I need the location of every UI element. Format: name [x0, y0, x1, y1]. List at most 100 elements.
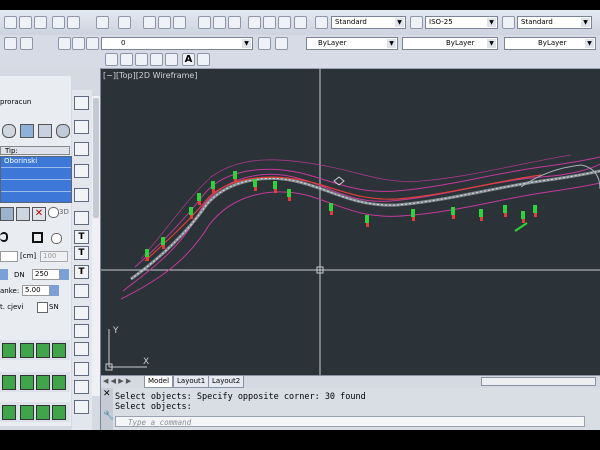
layer-select[interactable]: 0 ▼ — [101, 37, 253, 50]
tab-model[interactable]: Model — [144, 376, 174, 388]
cut-icon[interactable] — [67, 16, 80, 29]
tool-icon[interactable] — [74, 400, 89, 414]
lineweight-select[interactable]: ByLayer ▼ — [504, 37, 596, 50]
help-icon[interactable] — [294, 16, 307, 29]
standard-toolbar: Standard ▼ ISO-25 ▼ Standard ▼ — [0, 10, 600, 36]
pipe-tool-icon[interactable] — [2, 375, 16, 390]
text-tool-icon[interactable]: T — [74, 230, 89, 244]
markup-icon[interactable] — [263, 16, 276, 29]
line-icon[interactable] — [105, 53, 118, 66]
redo-icon[interactable] — [118, 16, 131, 29]
text-style-icon — [315, 16, 328, 29]
properties-icon[interactable] — [198, 16, 211, 29]
table-style-select[interactable]: Standard ▼ — [517, 16, 592, 29]
value-100-field[interactable]: 100 — [40, 251, 68, 262]
pipe-tool-icon[interactable] — [36, 375, 50, 390]
pan-icon[interactable] — [143, 16, 156, 29]
horizontal-scrollbar[interactable] — [481, 377, 596, 386]
tab-layout2[interactable]: Layout2 — [208, 376, 245, 388]
pipe-tool-icon[interactable] — [36, 343, 50, 358]
zoom-window-icon[interactable] — [173, 16, 186, 29]
pipe-tool-icon[interactable] — [2, 405, 16, 420]
tool-palettes-icon[interactable] — [228, 16, 241, 29]
nke-spin-icon[interactable] — [50, 285, 59, 296]
dn-field[interactable]: 250 — [32, 269, 60, 280]
circle-shape-icon[interactable] — [0, 232, 8, 242]
tool-icon[interactable] — [74, 211, 89, 225]
edit-icon[interactable] — [16, 207, 30, 221]
dim-style-select[interactable]: ISO-25 ▼ — [425, 16, 498, 29]
layout-tab-bar: ◀ ◀ ▶ ▶ Model Layout1 Layout2 — [101, 375, 600, 388]
design-center-icon[interactable] — [213, 16, 226, 29]
radio-3d[interactable] — [48, 207, 59, 218]
scrollbar-thumb[interactable] — [93, 98, 99, 218]
tool-icon[interactable] — [74, 142, 89, 156]
tool-icon[interactable] — [74, 362, 89, 376]
tab-layout1[interactable]: Layout1 — [173, 376, 210, 388]
sn-checkbox[interactable] — [37, 302, 48, 313]
tool-icon[interactable] — [74, 164, 89, 178]
palette-scrollbar[interactable] — [92, 96, 100, 396]
level-icon[interactable] — [20, 124, 34, 138]
text-icon[interactable]: A — [182, 53, 195, 66]
tool-icon[interactable] — [74, 380, 89, 394]
pipe-type-grid[interactable]: Oborinski — [0, 156, 72, 203]
wrench-icon[interactable]: 🔧 — [103, 412, 114, 421]
frame-icon[interactable] — [38, 124, 52, 138]
open-icon[interactable] — [19, 16, 32, 29]
tool-icon[interactable] — [74, 324, 89, 338]
sheet-set-icon[interactable] — [248, 16, 261, 29]
pipe-tool-icon[interactable] — [52, 375, 66, 390]
pipe-tool-icon[interactable] — [52, 343, 66, 358]
search-icon[interactable] — [56, 124, 70, 138]
color-select[interactable]: ByLayer ▼ — [306, 37, 398, 50]
dn-spin-icon[interactable] — [60, 269, 69, 280]
tool-icon[interactable] — [74, 306, 89, 320]
command-input[interactable]: Type a command — [115, 416, 585, 427]
pipe-tool-icon[interactable] — [36, 405, 50, 420]
text-tool-icon[interactable]: T — [74, 265, 89, 279]
tool-icon[interactable] — [74, 284, 89, 298]
nke-field[interactable]: 5.00 — [22, 285, 50, 296]
layer-manager-icon[interactable] — [4, 37, 17, 50]
circle-icon[interactable] — [135, 53, 148, 66]
polyline-icon[interactable] — [120, 53, 133, 66]
text-style-select[interactable]: Standard ▼ — [331, 16, 406, 29]
zoom-realtime-icon[interactable] — [158, 16, 171, 29]
print-icon[interactable] — [52, 16, 65, 29]
pipe-tool-icon[interactable] — [20, 375, 34, 390]
tab-nav-arrows[interactable]: ◀ ◀ ▶ ▶ — [103, 377, 131, 385]
input-left[interactable] — [0, 251, 18, 262]
linetype-select[interactable]: ByLayer ▼ — [402, 37, 498, 50]
pipe-tool-icon[interactable] — [2, 343, 16, 358]
text-tool-icon[interactable]: T — [74, 246, 89, 260]
save-icon[interactable] — [34, 16, 47, 29]
grid-row[interactable]: Oborinski — [4, 157, 37, 166]
pipe-tool-icon[interactable] — [20, 343, 34, 358]
square-shape-icon[interactable] — [32, 232, 43, 243]
drawing-viewport[interactable]: [−][Top][2D Wireframe] Y X — [101, 69, 600, 375]
layer-previous-icon[interactable] — [275, 37, 288, 50]
pipe-tool-icon[interactable] — [52, 405, 66, 420]
command-line-handle[interactable]: ✕ 🔧 — [101, 388, 114, 430]
close-icon[interactable]: ✕ — [32, 207, 46, 221]
new-icon[interactable] — [4, 16, 17, 29]
block-icon[interactable] — [197, 53, 210, 66]
tool-icon[interactable] — [74, 188, 89, 202]
make-current-icon[interactable] — [258, 37, 271, 50]
calculator-icon[interactable] — [278, 16, 291, 29]
target-icon[interactable] — [2, 124, 16, 138]
arc-icon[interactable] — [150, 53, 163, 66]
tool-icon[interactable] — [74, 96, 89, 110]
close-icon[interactable]: ✕ — [103, 390, 111, 399]
layer-gear-icon[interactable] — [20, 37, 33, 50]
pipe-tool-icon[interactable] — [20, 405, 34, 420]
grid-view-icon[interactable] — [0, 207, 14, 221]
hatch-icon[interactable] — [165, 53, 178, 66]
tool-icon[interactable] — [74, 120, 89, 134]
command-history: Select objects: Specify opposite corner:… — [115, 392, 366, 412]
spin-icon[interactable] — [0, 269, 8, 280]
undo-icon[interactable] — [96, 16, 109, 29]
radio-shape[interactable] — [51, 233, 62, 244]
tool-icon[interactable] — [74, 342, 89, 356]
